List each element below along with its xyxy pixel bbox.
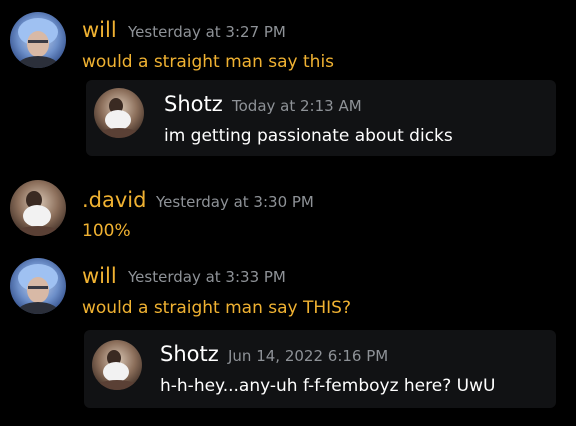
message-3: will Yesterday at 3:33 PM would a straig… xyxy=(0,252,576,426)
blue-hair-avatar-icon[interactable] xyxy=(10,12,66,68)
message-text: would a straight man say THIS? xyxy=(82,298,351,318)
embed-timestamp: Today at 2:13 AM xyxy=(232,97,362,115)
message-text: 100% xyxy=(82,221,131,241)
embed-author: Shotz xyxy=(164,92,223,116)
embed-text: h-h-hey...any-uh f-f-femboyz here? UwU xyxy=(160,376,496,396)
message-timestamp: Yesterday at 3:27 PM xyxy=(128,23,286,41)
message-1: will Yesterday at 3:27 PM would a straig… xyxy=(0,0,576,170)
blue-hair-avatar-icon[interactable] xyxy=(10,258,66,314)
shotz-avatar-icon xyxy=(92,340,142,390)
david-avatar-icon[interactable] xyxy=(10,180,66,236)
embed-text: im getting passionate about dicks xyxy=(164,126,453,146)
shotz-avatar-icon xyxy=(94,88,144,138)
message-author[interactable]: will xyxy=(82,264,117,288)
message-timestamp: Yesterday at 3:30 PM xyxy=(156,193,314,211)
message-author[interactable]: will xyxy=(82,18,117,42)
embedded-quote[interactable]: Shotz Jun 14, 2022 6:16 PM h-h-hey...any… xyxy=(84,330,556,408)
embedded-quote[interactable]: Shotz Today at 2:13 AM im getting passio… xyxy=(86,80,556,156)
embed-author: Shotz xyxy=(160,342,219,366)
message-text: would a straight man say this xyxy=(82,52,335,72)
message-timestamp: Yesterday at 3:33 PM xyxy=(128,268,286,286)
message-author[interactable]: .david xyxy=(82,188,146,212)
embed-timestamp: Jun 14, 2022 6:16 PM xyxy=(228,347,389,365)
message-2: .david Yesterday at 3:30 PM 100% xyxy=(0,170,576,252)
